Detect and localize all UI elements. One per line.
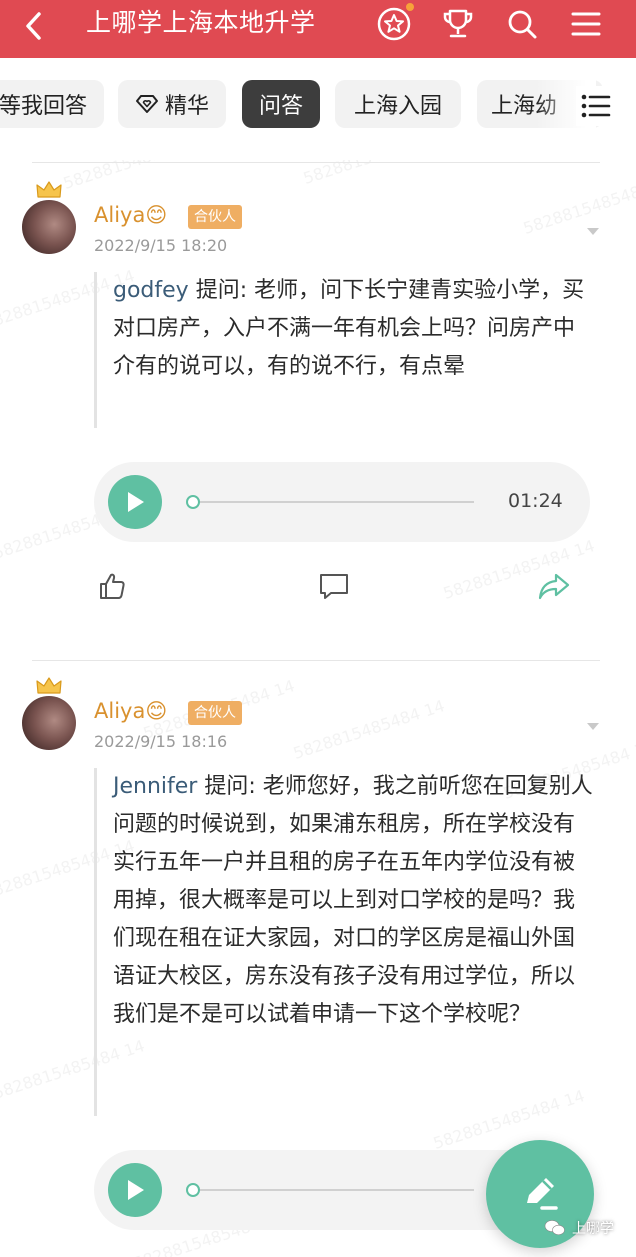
play-button[interactable] bbox=[108, 1163, 162, 1217]
user-avatar-block[interactable] bbox=[22, 181, 78, 254]
avatar[interactable] bbox=[22, 696, 76, 750]
asker-name[interactable]: godfey bbox=[113, 278, 189, 303]
post-timestamp: 2022/9/15 18:16 bbox=[94, 732, 228, 751]
diamond-heart-icon bbox=[135, 94, 159, 114]
ranking-button[interactable] bbox=[438, 4, 478, 44]
watermark: 5828815485484 14 bbox=[290, 696, 447, 763]
tab-label: 精华 bbox=[164, 94, 209, 119]
search-icon bbox=[508, 10, 537, 39]
hamburger-menu-icon bbox=[571, 12, 601, 36]
play-icon bbox=[128, 492, 144, 512]
source-name: 上哪学 bbox=[572, 1221, 614, 1237]
trophy-icon bbox=[443, 9, 473, 38]
category-tab-bar: 等我回答 精华 问答 上海入园 上海幼 bbox=[0, 58, 636, 160]
tab-label: 上海入园 bbox=[353, 94, 442, 119]
comment-button[interactable] bbox=[316, 568, 352, 604]
asker-name[interactable]: Jennifer bbox=[113, 774, 197, 799]
page-title: 上哪学上海本地升学 bbox=[86, 8, 316, 37]
audio-duration: 01:24 bbox=[508, 490, 563, 512]
tab-featured[interactable]: 精华 bbox=[118, 80, 226, 128]
header-menu-button[interactable] bbox=[566, 4, 606, 44]
username[interactable]: Aliya😊 bbox=[94, 203, 167, 227]
audio-player: 01:24 bbox=[94, 462, 590, 542]
audio-progress-handle[interactable] bbox=[186, 495, 200, 509]
ask-label: 提问: bbox=[195, 278, 248, 303]
ask-label: 提问: bbox=[204, 774, 256, 799]
share-icon bbox=[538, 573, 570, 600]
audio-progress-track[interactable] bbox=[192, 501, 474, 503]
tab-qa[interactable]: 问答 bbox=[242, 80, 320, 128]
tab-awaiting-answer[interactable]: 等我回答 bbox=[0, 80, 104, 128]
more-options-icon[interactable] bbox=[586, 226, 600, 236]
wechat-icon bbox=[544, 1220, 565, 1236]
like-button[interactable] bbox=[94, 568, 130, 604]
tab-shanghai-kindergarten-entry[interactable]: 上海入园 bbox=[335, 80, 461, 128]
notification-dot bbox=[406, 3, 414, 11]
user-avatar-block[interactable] bbox=[22, 677, 78, 750]
more-options-icon[interactable] bbox=[586, 721, 600, 731]
question-body: 老师您好，我之前听您在回复别人问题的时候说到，如果浦东租房，所在学校没有实行五年… bbox=[113, 774, 593, 1027]
avatar[interactable] bbox=[22, 200, 76, 254]
app-screen: 5828815485484 14 5828815485484 14 582881… bbox=[0, 0, 636, 1257]
star-badge-icon bbox=[377, 7, 411, 41]
divider bbox=[32, 660, 600, 661]
crown-icon bbox=[36, 677, 62, 694]
top-app-bar: 上哪学上海本地升学 bbox=[0, 0, 636, 58]
audio-progress-track[interactable] bbox=[192, 1189, 474, 1191]
search-button[interactable] bbox=[502, 4, 542, 44]
list-icon bbox=[581, 94, 611, 118]
thumbs-up-icon bbox=[100, 573, 125, 599]
back-icon bbox=[26, 12, 41, 40]
favorite-button[interactable] bbox=[374, 3, 414, 44]
tab-label: 等我回答 bbox=[0, 94, 87, 119]
username[interactable]: Aliya😊 bbox=[94, 699, 167, 723]
pencil-icon bbox=[527, 1178, 558, 1210]
comment-icon bbox=[320, 574, 348, 599]
watermark: 5828815485484 14 bbox=[440, 536, 597, 603]
partner-badge: 合伙人 bbox=[188, 205, 242, 229]
question-text: Jennifer 提问: 老师您好，我之前听您在回复别人问题的时候说到，如果浦东… bbox=[94, 768, 594, 1116]
play-button[interactable] bbox=[108, 475, 162, 529]
partner-badge: 合伙人 bbox=[188, 701, 242, 725]
watermark: 5828815485484 14 bbox=[520, 171, 636, 238]
post-timestamp: 2022/9/15 18:20 bbox=[94, 236, 228, 255]
tab-label: 问答 bbox=[258, 94, 303, 119]
all-tabs-button[interactable] bbox=[576, 86, 616, 126]
share-button[interactable] bbox=[536, 568, 572, 604]
divider bbox=[32, 162, 600, 163]
back-button[interactable] bbox=[14, 6, 54, 46]
audio-progress-handle[interactable] bbox=[186, 1183, 200, 1197]
crown-icon bbox=[36, 181, 62, 198]
question-text: godfey 提问: 老师，问下长宁建青实验小学，买对口房产，入户不满一年有机会… bbox=[94, 272, 594, 428]
source-watermark: 上哪学 bbox=[544, 1218, 614, 1238]
play-icon bbox=[128, 1180, 144, 1200]
